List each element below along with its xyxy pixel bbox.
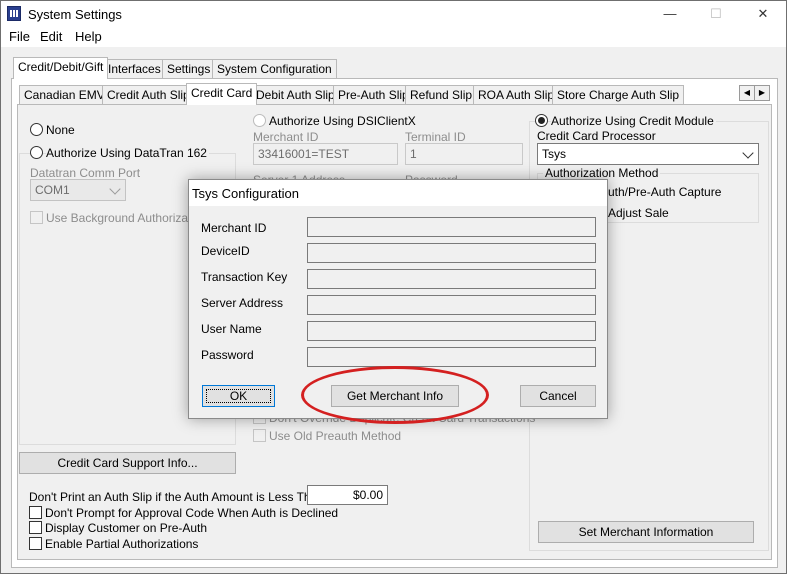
none-radio[interactable]: [30, 123, 43, 136]
tab-pre-auth-slip[interactable]: Pre-Auth Slip: [333, 85, 414, 105]
dialog-user-name-input[interactable]: [307, 321, 596, 341]
system-settings-window: System Settings — ☐ ✕ File Edit Help Cre…: [0, 0, 787, 574]
tab-store-charge-auth-slip[interactable]: Store Charge Auth Slip: [552, 85, 685, 105]
dialog-title: Tsys Configuration: [192, 186, 299, 201]
dialog-ok-button[interactable]: OK: [202, 385, 275, 407]
dialog-device-id-input[interactable]: [307, 243, 596, 263]
auth-option1-label: Auth/Pre-Auth Capture: [600, 185, 722, 199]
dialog-merchant-id-input[interactable]: [307, 217, 596, 237]
comm-port-select[interactable]: COM1: [30, 179, 126, 201]
menu-edit[interactable]: Edit: [40, 29, 62, 44]
maximize-button[interactable]: ☐: [693, 1, 739, 27]
background-auth-label: Use Background Authorization: [46, 211, 208, 225]
tab-refund-slip[interactable]: Refund Slip: [405, 85, 478, 105]
set-merchant-info-button[interactable]: Set Merchant Information: [538, 521, 754, 543]
old-preauth-label: Use Old Preauth Method: [269, 429, 402, 443]
tab-scroll-left-icon[interactable]: ◀: [739, 85, 755, 101]
dialog-transaction-key-label: Transaction Key: [201, 270, 288, 284]
tab-debit-auth-slip[interactable]: Debit Auth Slip: [251, 85, 340, 105]
dialog-device-id-label: DeviceID: [201, 244, 250, 258]
terminal-id-label: Terminal ID: [405, 130, 466, 144]
dialog-password-label: Password: [201, 348, 254, 362]
menu-bar: File Edit Help: [1, 27, 786, 47]
chevron-down-icon: [109, 183, 121, 195]
tab-credit-debit-gift[interactable]: Credit/Debit/Gift: [13, 57, 109, 79]
dialog-cancel-button[interactable]: Cancel: [520, 385, 596, 407]
dialog-user-name-label: User Name: [201, 322, 262, 336]
no-prompt-label: Don't Prompt for Approval Code When Auth…: [45, 506, 339, 520]
tab-roa-auth-slip[interactable]: ROA Auth Slip: [473, 85, 560, 105]
tab-credit-auth-slip[interactable]: Credit Auth Slip: [102, 85, 195, 105]
chevron-down-icon: [742, 147, 754, 159]
close-button[interactable]: ✕: [740, 1, 786, 27]
old-preauth-checkbox[interactable]: [253, 429, 266, 442]
partial-auth-checkbox[interactable]: [29, 537, 42, 550]
tab-settings[interactable]: Settings: [162, 59, 216, 79]
datatran-label: Authorize Using DataTran 162: [46, 146, 209, 160]
minimize-button[interactable]: —: [647, 1, 693, 27]
tab-interfaces[interactable]: Interfaces: [103, 59, 166, 79]
auth-method-label: Authorization Method: [543, 166, 661, 180]
merchant-id-label: Merchant ID: [253, 130, 319, 144]
datatran-radio[interactable]: [30, 146, 43, 159]
credit-module-radio[interactable]: [535, 114, 548, 127]
tab-system-configuration[interactable]: System Configuration: [212, 59, 337, 79]
tab-credit-card[interactable]: Credit Card: [186, 83, 258, 105]
processor-label: Credit Card Processor: [537, 129, 656, 143]
dsi-terminal-id-field[interactable]: 1: [405, 143, 523, 165]
min-amount-label: Don't Print an Auth Slip if the Auth Amo…: [29, 490, 324, 504]
min-amount-input[interactable]: $0.00: [307, 485, 388, 505]
get-merchant-info-button[interactable]: Get Merchant Info: [331, 385, 459, 407]
tab-canadian-emv[interactable]: Canadian EMV: [19, 85, 110, 105]
processor-select[interactable]: Tsys: [537, 143, 759, 165]
tab-scroll-right-icon[interactable]: ▶: [754, 85, 770, 101]
app-icon: [7, 6, 21, 21]
background-auth-checkbox[interactable]: [30, 211, 43, 224]
dialog-password-input[interactable]: [307, 347, 596, 367]
dsi-merchant-id-field[interactable]: 33416001=TEST: [253, 143, 398, 165]
menu-help[interactable]: Help: [75, 29, 102, 44]
none-label: None: [46, 123, 75, 137]
menu-file[interactable]: File: [9, 29, 30, 44]
dsi-radio[interactable]: [253, 114, 266, 127]
no-prompt-checkbox[interactable]: [29, 506, 42, 519]
display-customer-label: Display Customer on Pre-Auth: [45, 521, 208, 535]
partial-auth-label: Enable Partial Authorizations: [45, 537, 199, 551]
dialog-server-address-label: Server Address: [201, 296, 284, 310]
dialog-transaction-key-input[interactable]: [307, 269, 596, 289]
credit-card-support-button[interactable]: Credit Card Support Info...: [19, 452, 236, 474]
display-customer-checkbox[interactable]: [29, 521, 42, 534]
window-title: System Settings: [28, 7, 122, 22]
dialog-server-address-input[interactable]: [307, 295, 596, 315]
tsys-configuration-dialog: Tsys Configuration Merchant ID DeviceID …: [188, 179, 608, 419]
dialog-merchant-id-label: Merchant ID: [201, 221, 267, 235]
dialog-title-bar: Tsys Configuration: [189, 180, 607, 206]
auth-option2-label: Adjust Sale: [608, 206, 669, 220]
title-bar: System Settings — ☐ ✕: [1, 1, 786, 27]
comm-port-label: Datatran Comm Port: [30, 166, 141, 180]
credit-module-label: Authorize Using Credit Module: [551, 114, 716, 128]
dsi-label: Authorize Using DSIClientX: [269, 114, 416, 128]
